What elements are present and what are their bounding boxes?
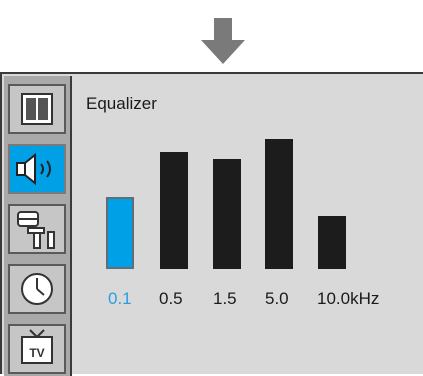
tools-icon xyxy=(17,211,55,249)
eq-bar-3[interactable] xyxy=(213,159,241,269)
eq-bar-5[interactable] xyxy=(318,216,346,269)
eq-band-label-4: 5.0 xyxy=(265,289,289,308)
osd-menu: TV xyxy=(0,72,423,376)
down-arrow-icon xyxy=(201,18,245,64)
sidebar-item-sound[interactable] xyxy=(8,144,66,194)
clock-icon xyxy=(21,273,53,305)
tv-icon: TV xyxy=(21,329,53,364)
eq-bar-2[interactable] xyxy=(160,152,188,269)
sidebar-item-picture[interactable] xyxy=(8,84,66,134)
sidebar-item-tv[interactable]: TV xyxy=(8,324,66,374)
eq-band-label-3: 1.5 xyxy=(213,289,237,308)
eq-bar-4[interactable] xyxy=(265,139,293,269)
tv-icon-label: TV xyxy=(29,346,44,360)
equalizer-title: Equalizer xyxy=(86,94,157,113)
sidebar-item-setup[interactable] xyxy=(8,204,66,254)
eq-band-label-5: 10.0kHz xyxy=(317,289,380,308)
sidebar: TV xyxy=(4,76,72,376)
eq-bar-1[interactable] xyxy=(106,197,134,269)
sidebar-item-timer[interactable] xyxy=(8,264,66,314)
eq-band-label-1: 0.1 xyxy=(108,289,132,308)
speaker-icon xyxy=(16,152,51,186)
picture-icon xyxy=(21,93,53,125)
eq-band-label-2: 0.5 xyxy=(159,289,183,308)
